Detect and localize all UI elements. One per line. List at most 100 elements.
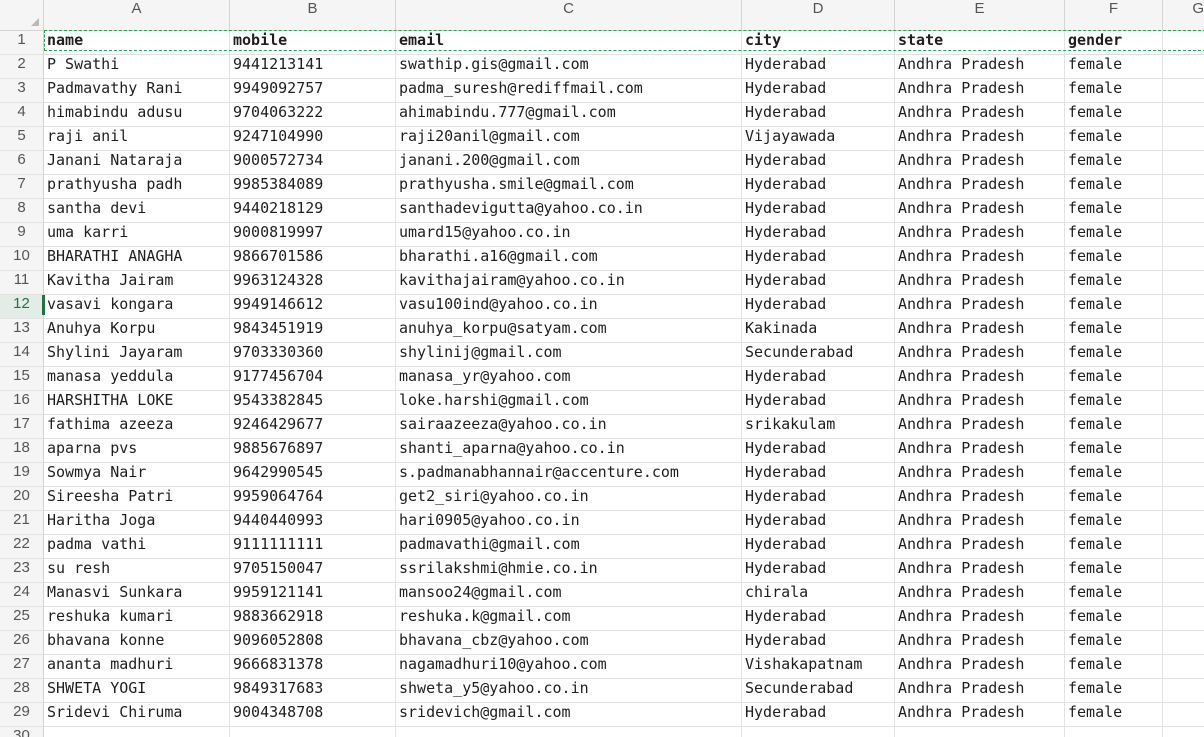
cell-name[interactable]: SHWETA YOGI — [44, 679, 230, 703]
cell-mobile[interactable]: 9705150047 — [230, 559, 396, 583]
cell-mobile[interactable]: 9000572734 — [230, 151, 396, 175]
cell-state[interactable]: Andhra Pradesh — [895, 535, 1065, 559]
row-header[interactable]: 9 — [0, 223, 44, 247]
cell-g[interactable] — [1163, 583, 1204, 607]
cell-state[interactable]: Andhra Pradesh — [895, 631, 1065, 655]
cell-name[interactable]: Sridevi Chiruma — [44, 703, 230, 727]
cell-city[interactable]: Hyderabad — [742, 703, 895, 727]
cell-city[interactable]: Hyderabad — [742, 79, 895, 103]
row-header[interactable]: 12 — [0, 295, 44, 319]
cell-email[interactable]: nagamadhuri10@yahoo.com — [396, 655, 742, 679]
cell-gender[interactable] — [1065, 727, 1163, 737]
row-header[interactable]: 22 — [0, 535, 44, 559]
cell-g[interactable] — [1163, 175, 1204, 199]
cell-gender[interactable]: female — [1065, 223, 1163, 247]
cell-name[interactable]: vasavi kongara — [44, 295, 230, 319]
row-header[interactable]: 19 — [0, 463, 44, 487]
cell-state[interactable]: Andhra Pradesh — [895, 439, 1065, 463]
cell-mobile[interactable]: 9885676897 — [230, 439, 396, 463]
cell-mobile[interactable]: 9704063222 — [230, 103, 396, 127]
cell-email[interactable]: bhavana_cbz@yahoo.com — [396, 631, 742, 655]
cell-name[interactable]: ananta madhuri — [44, 655, 230, 679]
cell-name[interactable] — [44, 727, 230, 737]
cell-city[interactable]: Hyderabad — [742, 559, 895, 583]
cell-g[interactable] — [1163, 679, 1204, 703]
cell-city[interactable]: Hyderabad — [742, 439, 895, 463]
cell-gender[interactable]: female — [1065, 559, 1163, 583]
cell-name[interactable]: himabindu adusu — [44, 103, 230, 127]
cell-g[interactable] — [1163, 295, 1204, 319]
cell-email[interactable]: santhadevigutta@yahoo.co.in — [396, 199, 742, 223]
cell-name[interactable]: Manasvi Sunkara — [44, 583, 230, 607]
cell-email[interactable]: padma_suresh@rediffmail.com — [396, 79, 742, 103]
cell-name[interactable]: prathyusha padh — [44, 175, 230, 199]
cell-gender[interactable]: female — [1065, 535, 1163, 559]
row-header[interactable]: 23 — [0, 559, 44, 583]
cell-gender[interactable]: female — [1065, 511, 1163, 535]
cell-g[interactable] — [1163, 511, 1204, 535]
cell-state[interactable]: Andhra Pradesh — [895, 55, 1065, 79]
cell-mobile[interactable]: 9985384089 — [230, 175, 396, 199]
cell-gender[interactable]: female — [1065, 103, 1163, 127]
row-header[interactable]: 26 — [0, 631, 44, 655]
cell-city[interactable]: Hyderabad — [742, 535, 895, 559]
cell-name[interactable]: padma vathi — [44, 535, 230, 559]
cell-state[interactable]: Andhra Pradesh — [895, 103, 1065, 127]
cell-mobile[interactable]: 9440440993 — [230, 511, 396, 535]
cell-mobile[interactable]: 9703330360 — [230, 343, 396, 367]
cell-gender[interactable]: female — [1065, 655, 1163, 679]
cell-state[interactable]: state — [895, 31, 1065, 55]
cell-gender[interactable]: female — [1065, 367, 1163, 391]
cell-g[interactable] — [1163, 103, 1204, 127]
row-header[interactable]: 21 — [0, 511, 44, 535]
row-header[interactable]: 1 — [0, 31, 44, 55]
cell-email[interactable]: loke.harshi@gmail.com — [396, 391, 742, 415]
cell-name[interactable]: Sowmya Nair — [44, 463, 230, 487]
cell-g[interactable] — [1163, 631, 1204, 655]
cell-mobile[interactable]: 9883662918 — [230, 607, 396, 631]
cell-state[interactable]: Andhra Pradesh — [895, 583, 1065, 607]
cell-email[interactable]: shylinij@gmail.com — [396, 343, 742, 367]
cell-mobile[interactable]: 9111111111 — [230, 535, 396, 559]
cell-mobile[interactable] — [230, 727, 396, 737]
cell-state[interactable]: Andhra Pradesh — [895, 127, 1065, 151]
cell-name[interactable]: Janani Nataraja — [44, 151, 230, 175]
cell-state[interactable]: Andhra Pradesh — [895, 415, 1065, 439]
cell-mobile[interactable]: 9959064764 — [230, 487, 396, 511]
cell-email[interactable]: sairaazeeza@yahoo.co.in — [396, 415, 742, 439]
cell-g[interactable] — [1163, 607, 1204, 631]
cell-mobile[interactable]: 9849317683 — [230, 679, 396, 703]
cell-mobile[interactable]: 9666831378 — [230, 655, 396, 679]
cell-gender[interactable]: female — [1065, 583, 1163, 607]
row-header[interactable]: 3 — [0, 79, 44, 103]
cell-city[interactable]: Hyderabad — [742, 463, 895, 487]
cell-g[interactable] — [1163, 439, 1204, 463]
cell-g[interactable] — [1163, 79, 1204, 103]
cell-name[interactable]: Haritha Joga — [44, 511, 230, 535]
cell-city[interactable] — [742, 727, 895, 737]
cell-state[interactable]: Andhra Pradesh — [895, 247, 1065, 271]
row-header[interactable]: 28 — [0, 679, 44, 703]
cell-email[interactable]: email — [396, 31, 742, 55]
cell-state[interactable]: Andhra Pradesh — [895, 559, 1065, 583]
row-header[interactable]: 6 — [0, 151, 44, 175]
row-header[interactable]: 24 — [0, 583, 44, 607]
cell-name[interactable]: santha devi — [44, 199, 230, 223]
column-header-e[interactable]: E — [895, 0, 1065, 30]
cell-g[interactable] — [1163, 55, 1204, 79]
cell-mobile[interactable]: 9000819997 — [230, 223, 396, 247]
cell-g[interactable] — [1163, 31, 1204, 55]
cell-gender[interactable]: female — [1065, 487, 1163, 511]
cell-state[interactable]: Andhra Pradesh — [895, 343, 1065, 367]
cell-city[interactable]: Hyderabad — [742, 295, 895, 319]
cell-mobile[interactable]: 9949146612 — [230, 295, 396, 319]
cell-name[interactable]: BHARATHI ANAGHA — [44, 247, 230, 271]
cell-email[interactable]: shanti_aparna@yahoo.co.in — [396, 439, 742, 463]
cell-email[interactable]: get2_siri@yahoo.co.in — [396, 487, 742, 511]
cell-name[interactable]: Anuhya Korpu — [44, 319, 230, 343]
cell-mobile[interactable]: 9642990545 — [230, 463, 396, 487]
cell-g[interactable] — [1163, 343, 1204, 367]
cell-email[interactable]: sridevich@gmail.com — [396, 703, 742, 727]
row-header[interactable]: 11 — [0, 271, 44, 295]
row-header[interactable]: 7 — [0, 175, 44, 199]
